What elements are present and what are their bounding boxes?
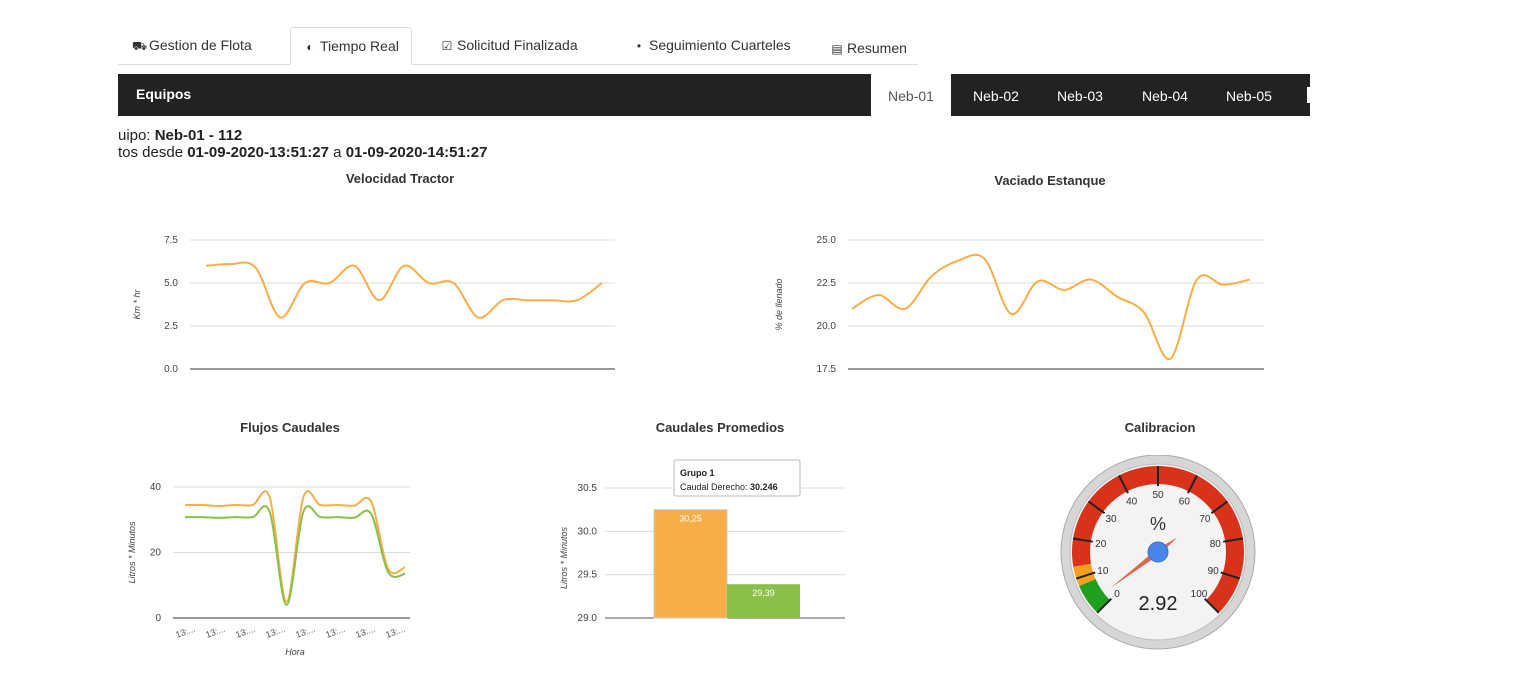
tab-resumen[interactable]: ▤ Resumen xyxy=(830,31,907,65)
nav-item-neb-01[interactable]: Neb-01 xyxy=(871,74,951,116)
bar xyxy=(653,509,728,619)
y-tick-label: 22.5 xyxy=(817,278,837,289)
y-tick-label: 30.0 xyxy=(578,526,598,537)
gauge-tick-label: 50 xyxy=(1152,490,1164,501)
x-axis-label: Hora xyxy=(285,647,305,657)
y-tick-label: 30.5 xyxy=(578,483,598,494)
equipo-value: Neb-01 - 112 xyxy=(154,127,243,144)
y-tick-label: 7.5 xyxy=(164,235,178,246)
chart-title-caudales: Caudales Promedios xyxy=(655,420,785,435)
tooltip-label: Caudal Derecho: xyxy=(680,482,750,492)
nav-item-neb-03[interactable]: Neb-03 xyxy=(1045,74,1115,116)
gauge-tick-label: 70 xyxy=(1199,514,1211,525)
nav-item-neb-05[interactable]: Neb-05 xyxy=(1214,74,1284,116)
date-range-line: tos desde 01-09-2020-13:51:27 a 01-09-20… xyxy=(118,144,818,161)
series-line xyxy=(184,490,406,603)
check-square-icon: ☑ xyxy=(441,39,453,53)
x-tick-label: 13:... xyxy=(384,624,406,640)
x-tick-label: 13:... xyxy=(354,624,376,640)
x-tick-label: 13:... xyxy=(204,624,226,640)
x-tick-label: 13:... xyxy=(264,624,286,640)
chart-title-vaciado: Vaciado Estanque xyxy=(994,173,1106,188)
tab-tiempo-real[interactable]: ◐ Tiempo Real xyxy=(290,27,412,65)
top-tabs: ⛟ Gestion de Flota ◐ Tiempo Real ☑ Solicitu… xyxy=(118,27,918,65)
y-tick-label: 29.0 xyxy=(578,613,598,624)
map-marker-icon: • xyxy=(636,39,642,53)
nav-item-neb-02[interactable]: Neb-02 xyxy=(961,74,1031,116)
date-range-mid: a xyxy=(329,144,346,161)
tooltip-title: Grupo 1 xyxy=(680,468,715,478)
gauge-hub xyxy=(1147,541,1169,563)
navbar-overflow-indicator xyxy=(1307,87,1310,103)
equipos-navbar: Equipos Neb-01 Neb-02 Neb-03 Neb-04 Neb-… xyxy=(118,74,1310,116)
y-tick-label: 2.5 xyxy=(164,321,178,332)
equipo-prefix: uipo: xyxy=(118,127,155,144)
navbar-brand: Equipos xyxy=(136,86,192,102)
tab-label: Tiempo Real xyxy=(320,38,399,54)
series-line xyxy=(851,253,1251,360)
tab-seguimiento-cuarteles[interactable]: • Seguimiento Cuarteles xyxy=(632,28,791,62)
gauge-tick-label: 100 xyxy=(1191,589,1208,600)
tab-label: Resumen xyxy=(847,40,907,56)
bar-value-label: 29,39 xyxy=(752,588,775,598)
x-tick-label: 13:... xyxy=(174,624,196,640)
y-tick-label: 20 xyxy=(150,548,162,559)
velocidad-tractor-chart: 0.0 2.5 5.0 7.5 Km * hr xyxy=(132,235,615,375)
equipo-line: uipo: Neb-01 - 112 xyxy=(118,127,818,144)
y-tick-label: 40 xyxy=(150,482,162,493)
x-tick-label: 13:... xyxy=(294,624,316,640)
flujos-caudales-chart: 0 20 40 Litros * Minutos 13:... 13:... 13:... 1… xyxy=(127,482,410,657)
x-tick-label: 13:... xyxy=(234,624,256,640)
gauge-tick-label: 90 xyxy=(1208,566,1220,577)
file-icon: ▤ xyxy=(831,42,843,56)
vaciado-estanque-chart: 17.5 20.0 22.5 25.0 % de llenado xyxy=(774,235,1264,375)
y-tick-label: 5.0 xyxy=(164,278,178,289)
tab-gestion-de-flota[interactable]: ⛟ Gestion de Flota xyxy=(132,28,252,62)
calibracion-gauge: 0 10 20 30 40 50 60 70 80 90 100% 2.92 xyxy=(1060,455,1256,650)
y-tick-label: 0 xyxy=(155,613,161,624)
tab-label: Seguimiento Cuarteles xyxy=(649,37,791,53)
x-tick-label: 13:... xyxy=(324,624,346,640)
gauge-tick-label: 30 xyxy=(1106,514,1118,525)
y-tick-label: 29.5 xyxy=(578,570,598,581)
series-line xyxy=(205,261,603,319)
tab-solicitud-finalizada[interactable]: ☑ Solicitud Finalizada xyxy=(440,28,578,62)
y-axis-label: Litros * Minutos xyxy=(559,526,569,589)
gauge-unit: % xyxy=(1150,514,1166,534)
gauge-value-label: 2.92 xyxy=(1139,593,1178,615)
tab-label: Gestion de Flota xyxy=(149,37,252,53)
gauge-tick-label: 20 xyxy=(1095,539,1107,550)
chart-title-flujos: Flujos Caudales xyxy=(240,420,340,435)
gauge-tick-label: 40 xyxy=(1126,496,1138,507)
date-range-prefix: tos desde xyxy=(118,144,188,161)
y-axis-label: % de llenado xyxy=(774,278,784,330)
chart-title-calibracion: Calibracion xyxy=(1124,420,1196,435)
toggle-icon: ◐ xyxy=(306,40,314,54)
date-to: 01-09-2020-14:51:27 xyxy=(345,144,488,161)
y-tick-label: 17.5 xyxy=(817,364,837,375)
nav-item-neb-04[interactable]: Neb-04 xyxy=(1130,74,1200,116)
y-axis-label: Litros * Minutos xyxy=(127,521,137,584)
y-axis-label: Km * hr xyxy=(132,288,142,319)
tab-label: Solicitud Finalizada xyxy=(457,37,578,53)
bar-value-label: 30,25 xyxy=(679,514,702,524)
gauge-tick-label: 10 xyxy=(1097,566,1109,577)
tooltip-value: 30.246 xyxy=(750,482,778,492)
gauge-tick-label: 60 xyxy=(1179,496,1191,507)
y-tick-label: 20.0 xyxy=(817,321,837,332)
gauge-tick-label: 80 xyxy=(1210,539,1222,550)
gauge-tick-label: 0 xyxy=(1114,589,1120,600)
date-from: 01-09-2020-13:51:27 xyxy=(187,144,329,161)
chart-title-velocidad: Velocidad Tractor xyxy=(345,171,455,186)
caudales-promedios-chart: 29.0 29.5 30.0 30.5 Litros * Minutos 30,25 29,… xyxy=(559,459,845,624)
y-tick-label: 0.0 xyxy=(164,364,178,375)
y-tick-label: 25.0 xyxy=(817,235,837,246)
truck-icon: ⛟ xyxy=(132,39,148,53)
tooltip-text: Caudal Derecho: 30.246 xyxy=(680,482,778,492)
